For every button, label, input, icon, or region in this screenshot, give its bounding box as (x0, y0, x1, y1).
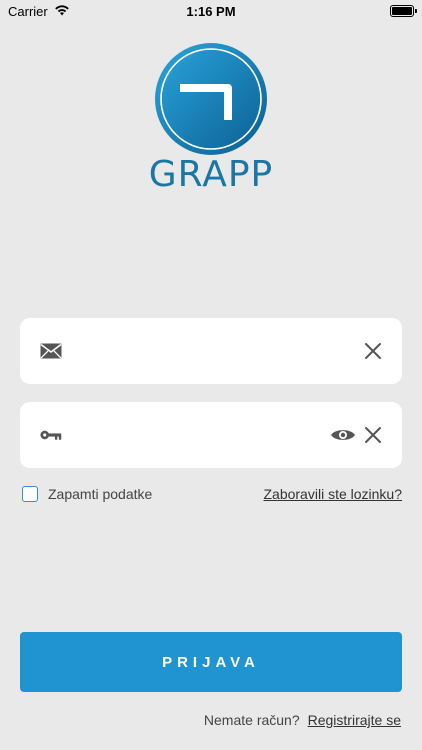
register-link[interactable]: Registrirajte se (308, 712, 401, 728)
eye-icon[interactable] (330, 427, 356, 443)
remember-label: Zapamti podatke (48, 486, 153, 502)
battery-icon (390, 5, 417, 17)
wifi-icon (54, 4, 70, 19)
password-input[interactable] (76, 415, 330, 455)
password-field (20, 402, 402, 468)
forgot-password-link[interactable]: Zaboravili ste lozinku? (263, 486, 402, 502)
remember-row: Zapamti podatke Zaboravili ste lozinku? (22, 486, 402, 502)
email-input[interactable] (76, 331, 364, 371)
brand-name: GRAPP (148, 154, 274, 195)
remember-checkbox[interactable] (22, 486, 38, 502)
status-bar: Carrier 1:16 PM (0, 0, 422, 22)
register-row: Nemate račun? Registrirajte se (204, 712, 401, 728)
logo-mark-icon (155, 43, 267, 155)
login-button[interactable]: PRIJAVA (20, 632, 402, 692)
status-left: Carrier (8, 4, 70, 19)
carrier-label: Carrier (8, 3, 48, 19)
email-field (20, 318, 402, 384)
key-icon (40, 428, 62, 442)
envelope-icon (40, 343, 62, 359)
close-icon[interactable] (364, 342, 382, 360)
close-icon[interactable] (364, 426, 382, 444)
register-prompt: Nemate račun? (203, 712, 300, 728)
logo: GRAPP (0, 42, 422, 194)
remember-option[interactable]: Zapamti podatke (22, 486, 152, 502)
